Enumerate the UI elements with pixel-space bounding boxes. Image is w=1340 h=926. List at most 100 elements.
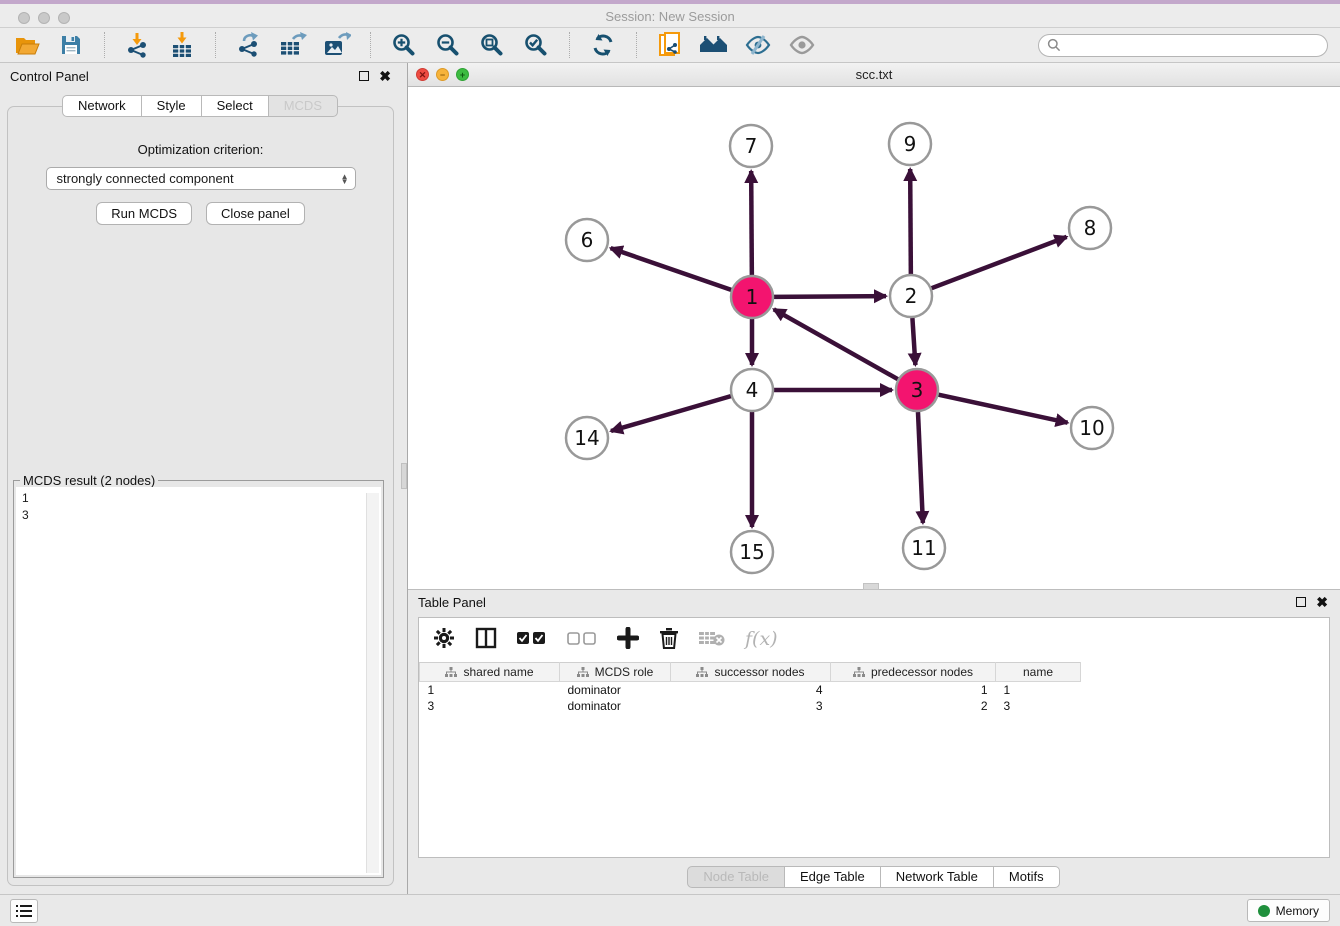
delete-column-icon[interactable] [659,627,679,652]
search-icon [1047,38,1061,52]
search-input[interactable] [1066,38,1319,52]
graph-node-label-14: 14 [574,426,599,450]
network-maximize-button[interactable]: + [456,68,469,81]
network-window-titlebar[interactable]: scc.txt ✕ − + [408,63,1340,87]
graph-node-label-15: 15 [739,540,764,564]
import-network-icon[interactable] [123,31,153,59]
tab-node-table[interactable]: Node Table [687,866,785,888]
network-view-window: scc.txt ✕ − + 7968124314101511 [408,63,1340,590]
import-table-icon[interactable] [167,31,197,59]
graph-node-label-2: 2 [905,284,918,308]
memory-label: Memory [1276,904,1319,918]
tab-select[interactable]: Select [201,95,269,117]
graph-edge-2-3[interactable] [912,318,915,365]
result-scrollbar[interactable] [366,493,379,873]
toolbar-separator [636,32,637,58]
mcds-panel: Optimization criterion: strongly connect… [7,106,394,886]
add-column-icon[interactable] [617,627,639,652]
function-builder-icon[interactable]: f(x) [745,628,778,650]
mcds-result-list[interactable]: 1 3 [16,487,381,875]
vertical-splitter[interactable] [401,63,408,894]
column-header-mcds-role[interactable]: MCDS role [560,663,671,682]
export-network-icon[interactable] [234,31,264,59]
graph-node-label-9: 9 [904,132,917,156]
hide-eye-icon[interactable] [743,31,773,59]
result-line: 1 [22,490,381,507]
refresh-icon[interactable] [588,31,618,59]
float-panel-icon[interactable] [359,71,369,81]
horizontal-splitter-handle[interactable] [863,583,879,590]
tab-network[interactable]: Network [62,95,142,117]
graph-edge-3-1[interactable] [774,309,898,379]
criterion-dropdown[interactable]: strongly connected component ▲▼ [46,167,356,190]
graph-edge-1-7[interactable] [751,171,752,275]
task-history-button[interactable] [10,899,38,923]
graph-node-label-4: 4 [746,378,759,402]
graph-node-label-8: 8 [1084,216,1097,240]
app-title: Session: New Session [0,9,1340,24]
memory-status-icon [1258,905,1270,917]
zoom-selected-icon[interactable] [521,31,551,59]
network-graph: 7968124314101511 [408,87,1340,589]
gear-icon[interactable] [433,627,455,652]
graph-edge-4-14[interactable] [611,396,731,431]
graph-edge-3-10[interactable] [938,395,1067,423]
memory-button[interactable]: Memory [1247,899,1330,922]
export-image-icon[interactable] [322,31,352,59]
graph-node-label-6: 6 [581,228,594,252]
tab-motifs[interactable]: Motifs [993,866,1060,888]
graph-edge-2-8[interactable] [932,237,1067,288]
home-layouts-icon[interactable] [699,31,729,59]
graph-node-label-3: 3 [911,378,924,402]
mcds-result-title: MCDS result (2 nodes) [20,473,158,488]
zoom-in-icon[interactable] [389,31,419,59]
close-panel-button[interactable]: Close panel [206,202,305,225]
list-icon [16,904,32,918]
control-panel: Control Panel ✖ Network Style Select MCD… [0,63,401,894]
app-titlebar: Session: New Session [0,0,1340,28]
search-box[interactable] [1038,34,1328,57]
graph-edge-3-11[interactable] [918,412,923,523]
tab-style[interactable]: Style [141,95,202,117]
column-header-successor-nodes[interactable]: successor nodes [671,663,831,682]
splitter-handle[interactable] [401,463,407,489]
mcds-result-fieldset: MCDS result (2 nodes) 1 3 [13,480,384,878]
network-minimize-button[interactable]: − [436,68,449,81]
zoom-fit-icon[interactable] [477,31,507,59]
network-window-title: scc.txt [408,67,1340,82]
delete-table-icon[interactable] [699,629,725,650]
table-row[interactable]: 3 dominator 3 2 3 [420,698,1081,714]
run-mcds-button[interactable]: Run MCDS [96,202,192,225]
graph-edge-1-2[interactable] [774,296,886,297]
save-icon[interactable] [56,31,86,59]
toolbar-separator [569,32,570,58]
select-all-icon[interactable] [517,631,547,648]
show-eye-icon[interactable] [787,31,817,59]
network-close-button[interactable]: ✕ [416,68,429,81]
column-header-shared-name[interactable]: shared name [420,663,560,682]
column-header-name[interactable]: name [996,663,1081,682]
close-table-panel-icon[interactable]: ✖ [1316,597,1328,607]
graph-edge-1-6[interactable] [611,248,732,290]
tree-icon [577,667,589,678]
column-select-icon[interactable] [475,627,497,652]
close-panel-icon[interactable]: ✖ [379,71,391,81]
column-header-predecessor-nodes[interactable]: predecessor nodes [831,663,996,682]
float-table-panel-icon[interactable] [1296,597,1306,607]
tab-network-table[interactable]: Network Table [880,866,994,888]
network-document-icon[interactable] [655,31,685,59]
export-table-icon[interactable] [278,31,308,59]
result-line: 3 [22,507,381,524]
graph-edge-2-9[interactable] [910,169,911,274]
table-row[interactable]: 1 dominator 4 1 1 [420,682,1081,698]
main-toolbar [0,28,1340,63]
zoom-out-icon[interactable] [433,31,463,59]
toolbar-separator [104,32,105,58]
tab-mcds[interactable]: MCDS [268,95,338,117]
open-folder-icon[interactable] [12,31,42,59]
table-panel: Table Panel ✖ [408,590,1340,894]
network-canvas[interactable]: 7968124314101511 [408,87,1340,589]
tab-edge-table[interactable]: Edge Table [784,866,881,888]
graph-node-label-1: 1 [746,285,759,309]
unselect-all-icon[interactable] [567,631,597,648]
